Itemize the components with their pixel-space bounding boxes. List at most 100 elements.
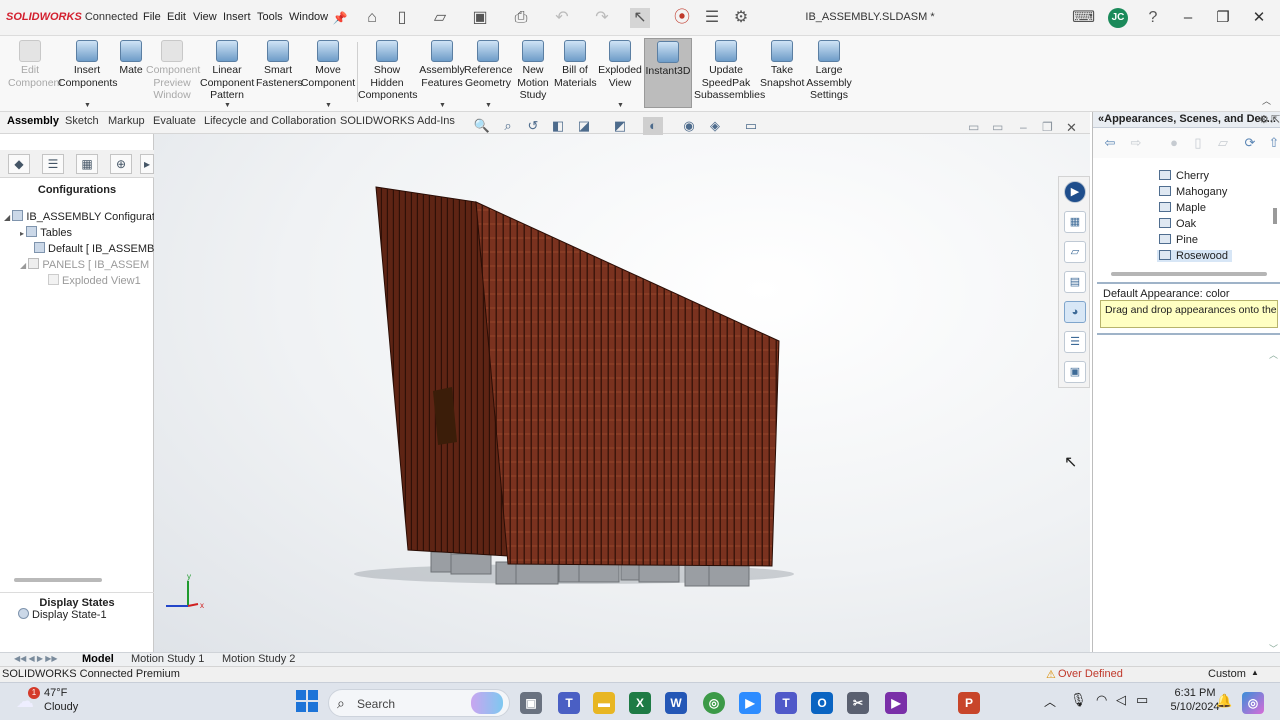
viewport-restore-icon[interactable]: ❐ [1042,120,1053,134]
folder-list-scrollbar[interactable] [1273,208,1277,224]
maximize-button[interactable]: ❐ [1212,8,1234,28]
print-icon[interactable]: ⎙ [511,8,531,28]
windows-start-icon[interactable] [296,690,318,712]
clock-time[interactable]: 6:31 PM [1170,687,1220,699]
viewport-minimize-icon[interactable]: – [1020,120,1027,134]
menu-view[interactable]: View [193,11,217,23]
dimxpert-icon[interactable]: ⊕ [110,154,132,174]
tree-item-exploded-view[interactable]: Exploded View1 [48,274,141,287]
tab-lifecycle-collaboration[interactable]: Lifecycle and Collaboration [204,115,336,127]
new-document-icon[interactable]: ▯ [392,8,412,28]
assembly-features-button[interactable]: Assembly Features ▼ [418,38,466,109]
viewport-tile-icon[interactable]: ▭ [968,120,979,134]
menu-tools[interactable]: Tools [257,11,283,23]
appearances-scenes-icon[interactable]: ◕ [1064,301,1086,323]
view-palette-icon[interactable]: ▤ [1064,271,1086,293]
show-hidden-components-button[interactable]: Show Hidden Components [358,38,418,108]
task-view-icon[interactable]: ▣ [520,692,542,714]
home-icon[interactable]: ⌂ [362,8,382,28]
chrome-icon[interactable]: ◎ [703,692,725,714]
tab-motion-study-2[interactable]: Motion Study 2 [222,653,295,665]
chevron-down-icon[interactable]: ▼ [485,100,492,113]
large-assembly-settings-button[interactable]: Large Assembly Settings [806,38,852,108]
undo-icon[interactable]: ↶ [552,8,572,28]
section-view-icon[interactable]: ◧ [548,117,568,135]
pane-splitter[interactable] [1097,333,1280,335]
command-search-icon[interactable]: ⌨ [1072,8,1095,28]
user-avatar[interactable]: JC [1108,8,1128,28]
chevron-down-icon[interactable]: ▼ [439,100,446,113]
collapse-triangle-icon[interactable]: ◢ [20,261,28,270]
menu-edit[interactable]: Edit [167,11,186,23]
menu-window[interactable]: Window [289,11,328,23]
tab-assembly[interactable]: Assembly [7,115,59,127]
save-icon[interactable]: ▣ [470,8,490,28]
instant3d-button[interactable]: Instant3D [644,38,692,108]
collapse-triangle-icon[interactable]: ◢ [4,213,12,222]
up-folder-icon[interactable]: ⇧ [1265,134,1280,152]
mate-button[interactable]: Mate [116,38,146,108]
reference-geometry-button[interactable]: Reference Geometry ▼ [464,38,512,109]
folder-mahogany[interactable]: Mahogany [1159,186,1227,198]
chevron-down-icon[interactable]: ▼ [224,100,231,113]
show-hidden-tray-chevron-icon[interactable]: ︿ [1044,693,1056,710]
teams-chat-icon[interactable]: T [558,692,580,714]
scroll-up-chevron-icon[interactable]: ︿ [1269,348,1278,361]
solidworks-logo[interactable]: SOLIDWORKS Connected [6,11,138,23]
tab-evaluate[interactable]: Evaluate [153,115,196,127]
menu-file[interactable]: File [143,11,161,23]
powerpoint-icon[interactable]: P [958,692,980,714]
tab-model[interactable]: Model [82,653,114,665]
display-state-item[interactable]: Display State-1 [18,608,107,621]
new-folder-icon[interactable]: ▱ [1214,134,1232,152]
copilot-icon[interactable]: ◎ [1242,692,1264,714]
more-tabs-arrow-icon[interactable]: ▸ [140,154,154,174]
view-orientation-icon[interactable]: ◪ [574,117,594,135]
chevron-down-icon[interactable]: ▼ [617,100,624,113]
tab-solidworks-add-ins[interactable]: SOLIDWORKS Add-Ins [340,115,455,127]
display-style-icon[interactable]: ◩ [610,117,630,135]
tab-markup[interactable]: Markup [108,115,145,127]
add-folder-icon[interactable]: ▯ [1189,134,1207,152]
tree-item-panels-config[interactable]: ◢ PANELS [ IB_ASSEM [20,258,149,271]
zoom-to-area-icon[interactable]: ⌕ [498,117,518,135]
smart-fasteners-button[interactable]: Smart Fasteners [256,38,303,108]
task-pane-pin-icon[interactable]: ⇱ [1271,113,1280,126]
options-gear-icon[interactable]: ⚙ [731,8,751,28]
excel-icon[interactable]: X [629,692,651,714]
taskbar-search-box[interactable]: ⌕ Search [328,689,510,717]
edit-component-button[interactable]: Edit Component [8,38,62,108]
viewport-close-icon[interactable]: ✕ [1066,120,1077,136]
view-settings-icon[interactable]: ▭ [741,117,761,135]
solidworks-resources-icon[interactable]: ▶ [1064,181,1086,203]
clipchamp-icon[interactable]: ▶ [885,692,907,714]
exploded-view-button[interactable]: Exploded View ▼ [598,38,642,109]
graphics-area[interactable]: y x ▭ ▭ – ❐ ✕ ↖ [154,120,1090,652]
tab-scroll-arrows-icon[interactable]: ◀◀ ◀ ▶ ▶▶ [14,654,58,663]
horizontal-scrollbar[interactable] [14,578,102,582]
configuration-manager-icon[interactable]: ▦ [76,154,98,174]
tree-item-tables[interactable]: ▸ Tables [20,226,72,239]
forward-arrow-icon[interactable]: ⇨ [1127,134,1145,152]
refresh-icon[interactable]: ⟳ [1241,134,1259,152]
pin-icon[interactable]: 📌 [330,8,350,28]
folder-pine[interactable]: Pine [1159,234,1198,246]
outlook-icon[interactable]: O [811,692,833,714]
pane-splitter[interactable] [1097,282,1280,284]
zoom-to-fit-icon[interactable]: 🔍 [472,117,492,135]
file-explorer-icon[interactable]: ▱ [1064,241,1086,263]
previous-view-icon[interactable]: ↺ [523,117,543,135]
teams-icon[interactable]: T [775,692,797,714]
update-speedpak-button[interactable]: Update SpeedPak Subassemblies [694,38,765,108]
folder-cherry[interactable]: Cherry [1159,170,1209,182]
redo-icon[interactable]: ↷ [592,8,612,28]
battery-icon[interactable]: ▭ [1136,692,1148,708]
apply-scene-icon[interactable]: ◈ [705,117,725,135]
viewport-split-icon[interactable]: ▭ [992,120,1003,134]
take-snapshot-button[interactable]: Take Snapshot [760,38,804,108]
select-icon[interactable]: ↖ [630,8,650,28]
status-over-defined[interactable]: Over Defined [1058,668,1123,680]
insert-components-button[interactable]: Insert Components ▼ [58,38,118,109]
tree-item-root[interactable]: ◢ IB_ASSEMBLY Configuration [4,210,170,223]
edit-appearance-icon[interactable]: ◉ [679,117,699,135]
